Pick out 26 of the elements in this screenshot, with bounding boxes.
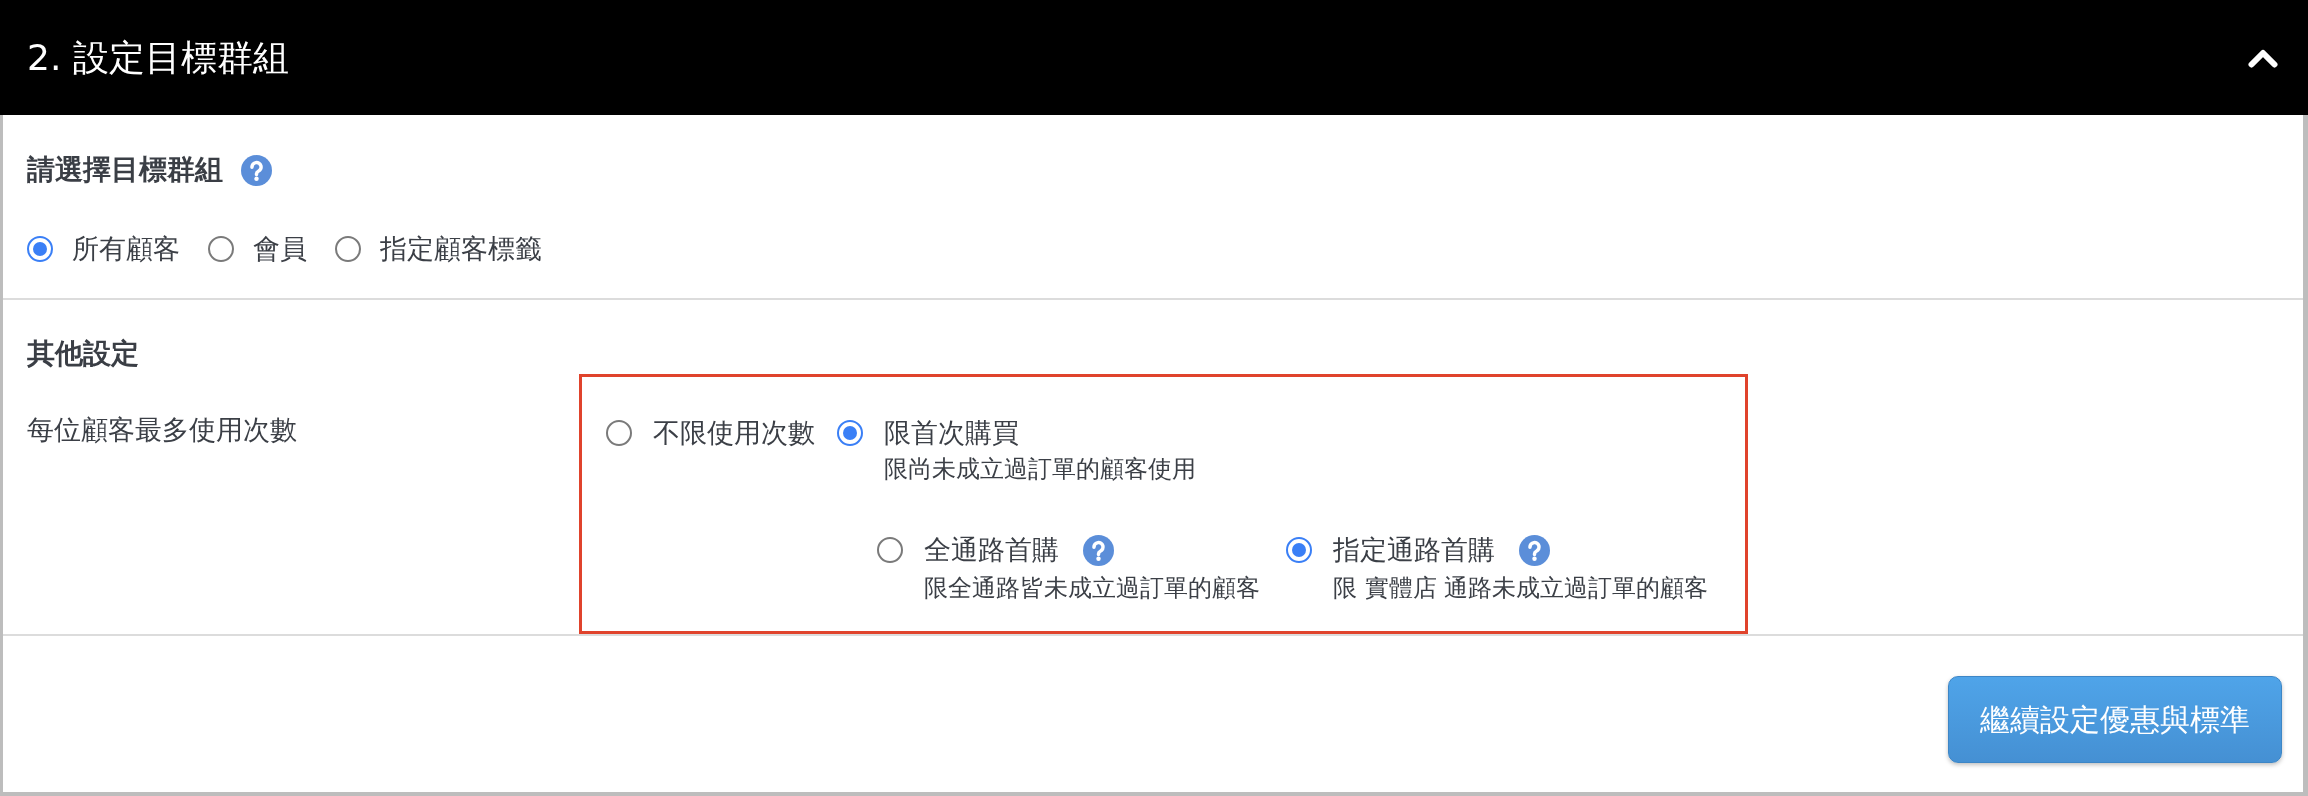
radio-button[interactable] (606, 420, 632, 446)
radio-button[interactable] (335, 236, 361, 262)
option-label: 所有顧客 (72, 233, 180, 265)
help-icon[interactable] (1083, 534, 1114, 566)
option-label: 不限使用次數 (653, 417, 815, 449)
option-label: 限首次購買 (884, 417, 1019, 449)
radio-button[interactable] (837, 420, 863, 446)
panel-title: 2. 設定目標群組 (27, 35, 289, 80)
option-label: 全通路首購 (924, 534, 1059, 566)
chevron-up-icon[interactable] (2248, 47, 2278, 68)
help-icon[interactable] (241, 154, 272, 186)
radio-button[interactable] (208, 236, 234, 262)
option-description: 限全通路皆未成立過訂單的顧客 (924, 573, 1260, 603)
continue-button[interactable]: 繼續設定優惠與標準 (1948, 676, 2282, 763)
radio-button[interactable] (1286, 537, 1312, 563)
radio-button[interactable] (27, 236, 53, 262)
option-label: 指定顧客標籤 (380, 233, 542, 265)
option-label: 指定通路首購 (1333, 534, 1495, 566)
section-heading: 其他設定 (27, 337, 139, 371)
option-description: 限尚未成立過訂單的顧客使用 (884, 454, 1196, 484)
option-label: 會員 (253, 233, 307, 265)
section-heading: 請選擇目標群組 (27, 153, 223, 187)
radio-button[interactable] (877, 537, 903, 563)
help-icon[interactable] (1519, 534, 1550, 566)
field-label: 每位顧客最多使用次數 (27, 414, 297, 445)
option-description: 限 實體店 通路未成立過訂單的顧客 (1333, 573, 1709, 603)
